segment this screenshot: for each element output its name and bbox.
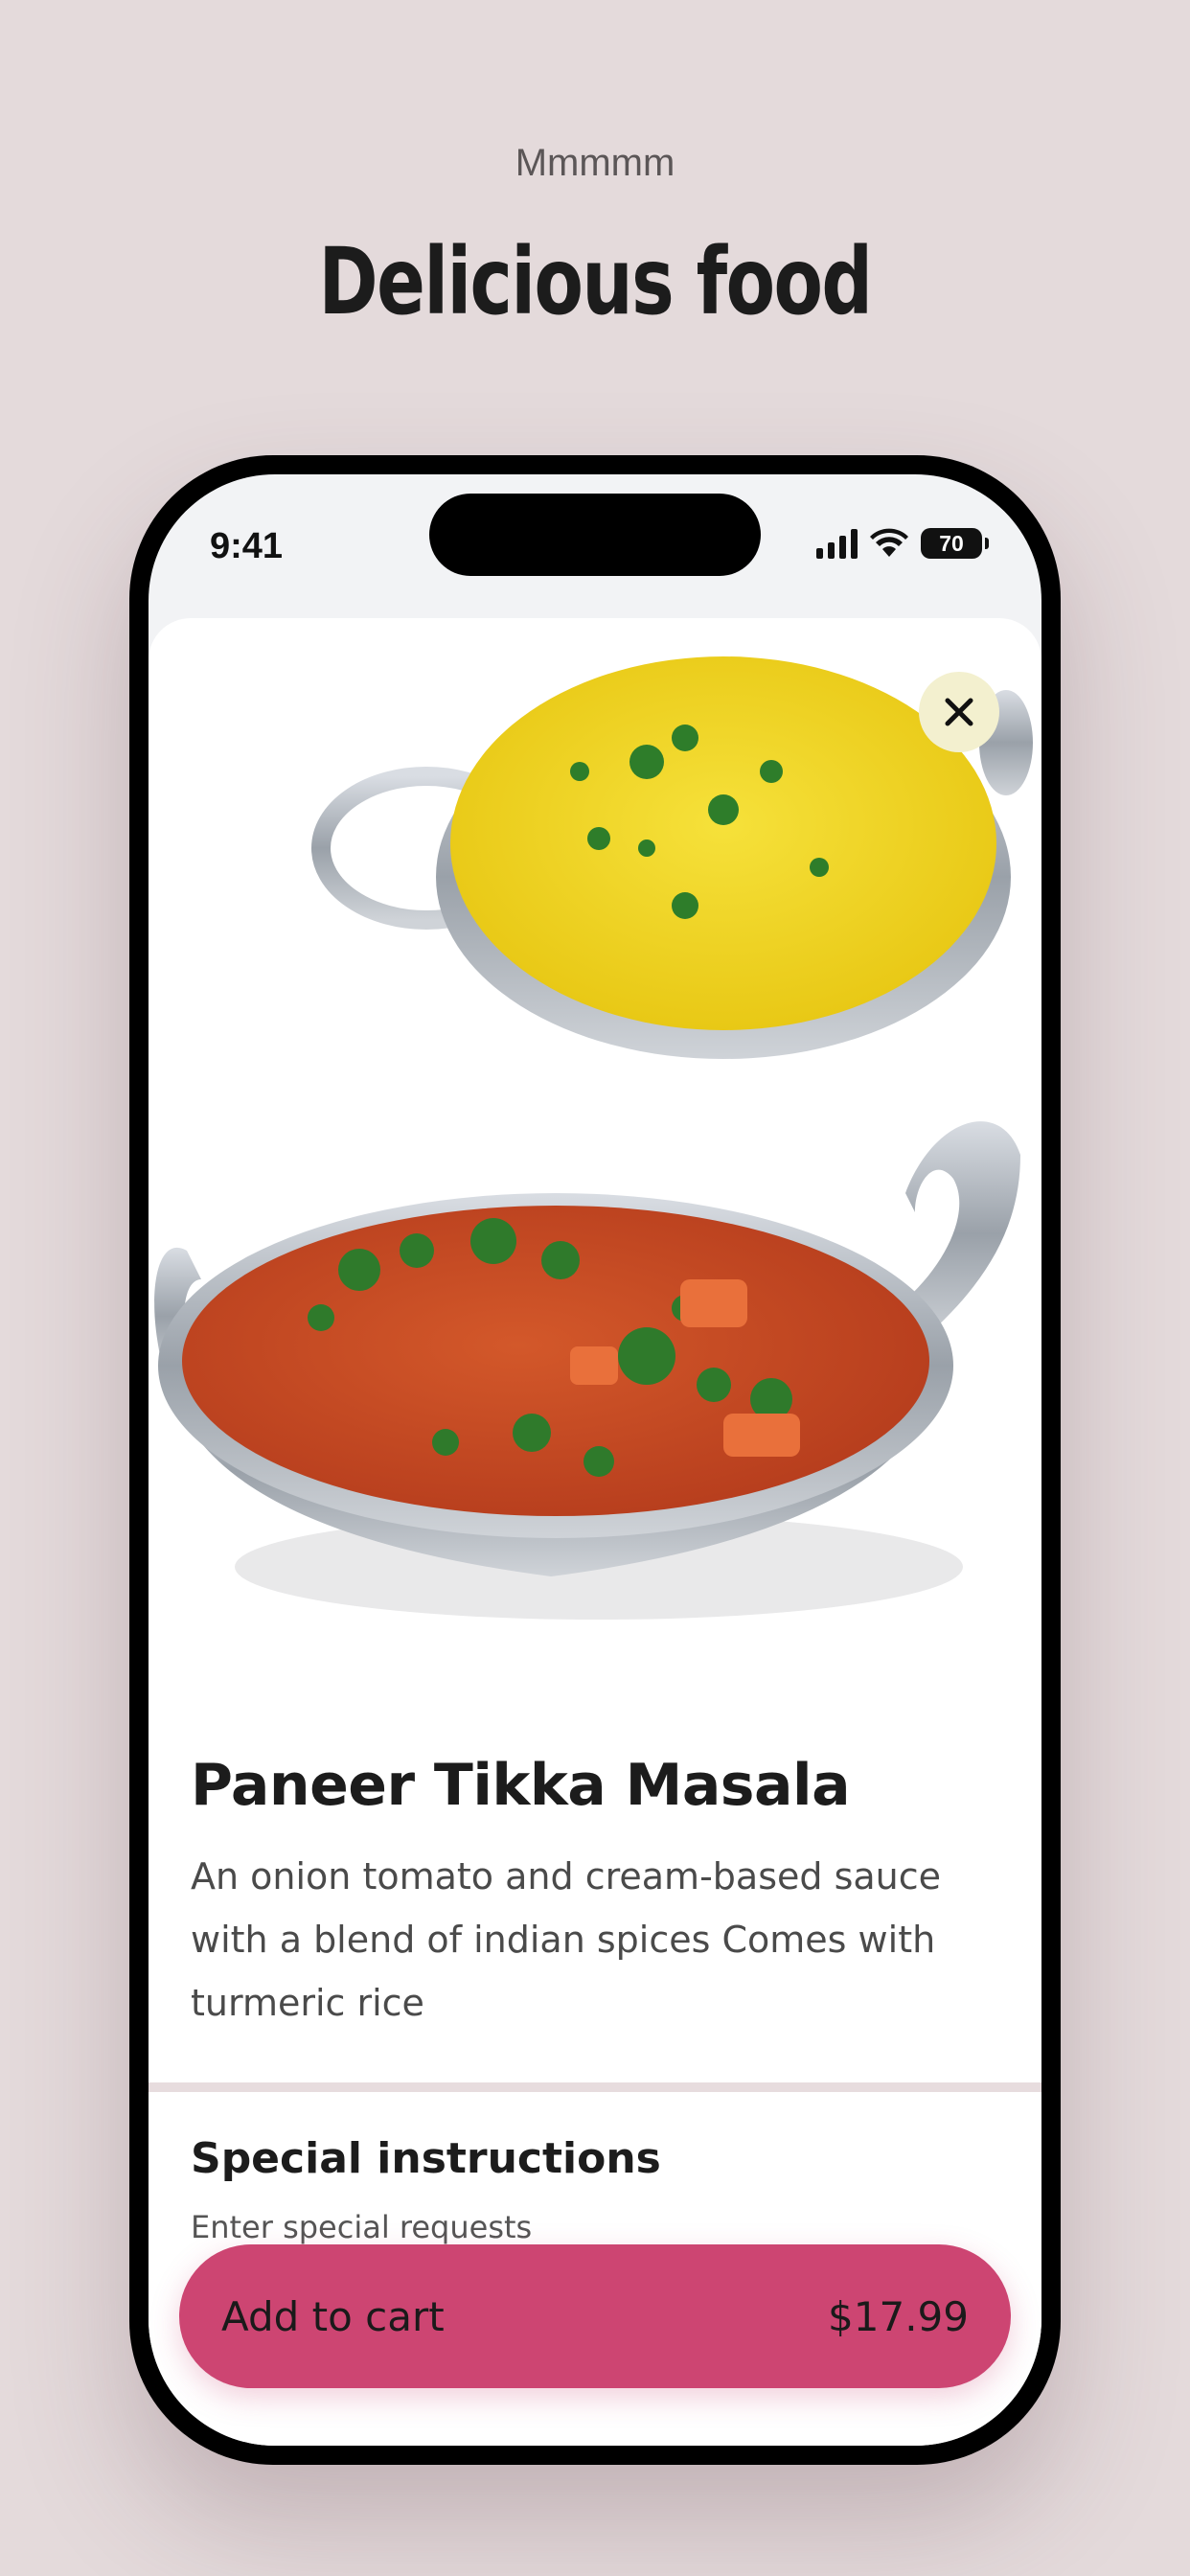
add-to-cart-button[interactable]: Add to cart $17.99	[179, 2244, 1011, 2388]
status-time: 9:41	[210, 526, 284, 566]
close-button[interactable]	[919, 672, 999, 752]
special-instructions-title: Special instructions	[191, 2134, 661, 2183]
status-bar: 9:41 70	[149, 474, 1041, 618]
close-icon	[945, 698, 973, 726]
food-image	[154, 656, 1033, 1620]
dish-description: An onion tomato and cream-based sauce wi…	[191, 1855, 942, 2024]
special-requests-input[interactable]	[191, 2209, 995, 2245]
dynamic-island	[429, 494, 761, 576]
phone-screen: 9:41 70 Paneer Tikka Masala An onion tom…	[149, 474, 1041, 2446]
battery-icon: 70	[921, 528, 989, 559]
cart-price: $17.99	[828, 2292, 969, 2340]
dish-title: Paneer Tikka Masala	[191, 1752, 851, 1819]
eyebrow-text: Mmmmm	[515, 142, 675, 184]
wifi-icon	[870, 528, 908, 557]
item-sheet: Paneer Tikka Masala An onion tomato and …	[149, 618, 1041, 2446]
section-divider	[149, 2082, 1041, 2092]
status-icons: 70	[816, 528, 989, 559]
phone-frame: 9:41 70 Paneer Tikka Masala An onion tom…	[129, 455, 1061, 2465]
headline: Delicious food	[318, 228, 874, 335]
signal-icon	[816, 528, 858, 559]
add-to-cart-label: Add to cart	[221, 2292, 445, 2340]
